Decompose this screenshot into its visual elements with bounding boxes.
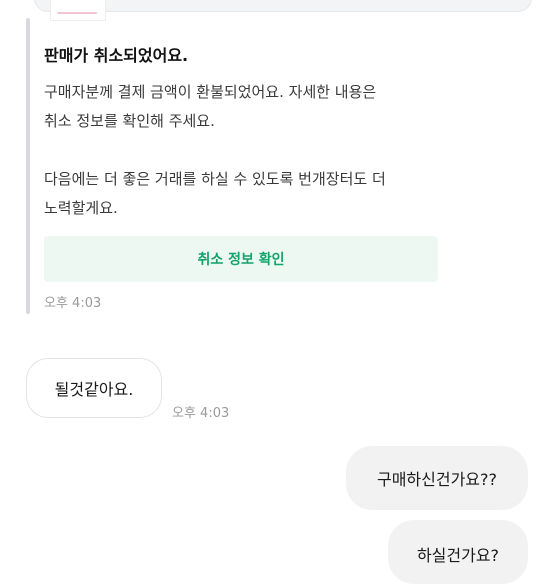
incoming-message-bubble[interactable]: 될것같아요. <box>26 358 162 418</box>
card-accent-bar <box>26 18 30 314</box>
card-paragraph: 다음에는 더 좋은 거래를 하실 수 있도록 번개장터도 더 노력할게요. <box>44 170 386 217</box>
card-paragraph: 구매자분께 결제 금액이 환불되었어요. 자세한 내용은 취소 정보를 확인해 … <box>44 83 377 130</box>
card-body: 구매자분께 결제 금액이 환불되었어요. 자세한 내용은 취소 정보를 확인해 … <box>44 78 444 223</box>
outgoing-message-bubble[interactable]: 하실건가요? <box>388 520 528 584</box>
previous-message-card <box>34 0 532 12</box>
message-timestamp: 오후 4:03 <box>44 296 102 311</box>
thumbnail-image <box>57 12 97 14</box>
system-message-card: 판매가 취소되었어요. 구매자분께 결제 금액이 환불되었어요. 자세한 내용은… <box>26 18 446 318</box>
cancel-info-button[interactable]: 취소 정보 확인 <box>44 236 438 282</box>
message-timestamp: 오후 4:03 <box>172 406 230 421</box>
card-title: 판매가 취소되었어요. <box>44 46 189 65</box>
outgoing-message-bubble[interactable]: 구매하신건가요?? <box>346 446 528 510</box>
